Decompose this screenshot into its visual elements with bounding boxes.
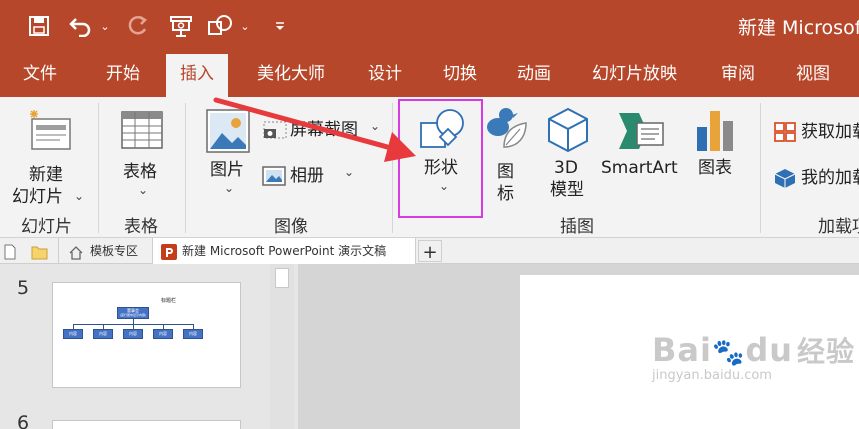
baidu-watermark: Bai🐾du 经验 jingyan.baidu.com [652,330,855,383]
watermark-logo: Bai🐾du 经验 [652,330,855,370]
watermark-brand: Bai [652,331,712,369]
paw-icon: 🐾 [711,338,746,368]
watermark-url: jingyan.baidu.com [652,368,772,383]
watermark-brand-2: du [745,331,794,369]
powerpoint-window: ⌄ ⌄ 新建 Microsoft 文件 开始 插入 美化大师 设计 切换 动画 … [0,0,859,429]
watermark-text: 经验 [797,335,856,368]
